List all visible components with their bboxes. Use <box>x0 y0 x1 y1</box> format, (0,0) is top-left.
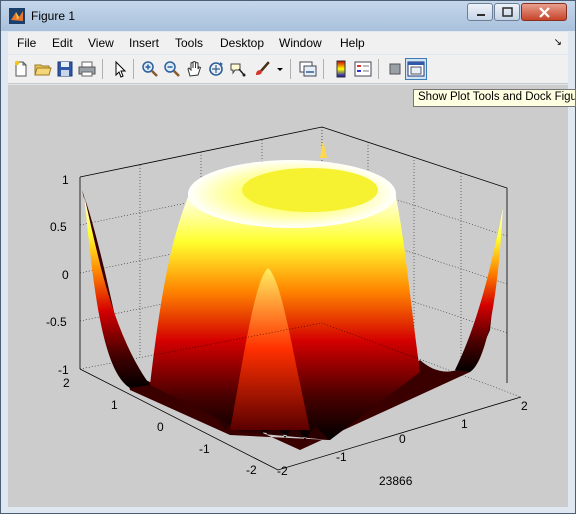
minimize-icon <box>477 14 485 16</box>
figure-toolbar <box>8 55 568 84</box>
close-button[interactable] <box>521 3 567 21</box>
y-tick-neg2: -2 <box>246 463 257 477</box>
menu-help[interactable]: Help <box>340 36 365 50</box>
z-tick-0: 0 <box>62 268 69 282</box>
minimize-button[interactable] <box>467 3 493 21</box>
brush-dropdown-icon[interactable] <box>274 60 286 78</box>
link-plot-icon[interactable] <box>299 60 317 78</box>
zoom-in-icon[interactable] <box>141 60 159 78</box>
brush-icon[interactable] <box>253 60 271 78</box>
plot-tools-tooltip: Show Plot Tools and Dock Figure <box>413 89 576 107</box>
save-icon[interactable] <box>56 60 74 78</box>
matlab-icon <box>9 8 25 24</box>
x-tick-neg1: -1 <box>336 450 347 464</box>
x-tick-neg2: -2 <box>277 464 288 478</box>
edit-plot-icon[interactable] <box>111 60 129 78</box>
maximize-icon <box>502 7 513 17</box>
x-tick-0: 0 <box>399 432 406 446</box>
x-tick-2: 2 <box>521 399 528 413</box>
y-tick-0: 0 <box>157 420 164 434</box>
menu-edit[interactable]: Edit <box>52 36 73 50</box>
x-tick-1: 1 <box>461 417 468 431</box>
legend-icon[interactable] <box>354 60 372 78</box>
maximize-button[interactable] <box>494 3 520 21</box>
new-figure-icon[interactable] <box>12 60 30 78</box>
zoom-out-icon[interactable] <box>163 60 181 78</box>
menu-desktop[interactable]: Desktop <box>220 36 264 50</box>
y-tick-neg1: -1 <box>199 442 210 456</box>
show-plot-tools-icon[interactable] <box>407 60 425 78</box>
hide-plot-tools-icon[interactable] <box>386 60 404 78</box>
print-icon[interactable] <box>78 60 96 78</box>
toolbar-separator <box>102 59 103 79</box>
menu-view[interactable]: View <box>88 36 114 50</box>
x-axis-label: 23866 <box>379 474 413 488</box>
close-icon <box>539 7 550 18</box>
menu-bar: File Edit View Insert Tools Desktop Wind… <box>8 32 568 54</box>
toolbar-separator <box>378 59 379 79</box>
menu-insert[interactable]: Insert <box>129 36 159 50</box>
z-tick-neg0.5: -0.5 <box>46 315 67 329</box>
surface-mesh <box>82 140 503 450</box>
data-cursor-icon[interactable] <box>229 60 247 78</box>
z-tick-0.5: 0.5 <box>50 220 67 234</box>
toolbar-separator <box>133 59 134 79</box>
colorbar-icon[interactable] <box>332 60 350 78</box>
menu-window[interactable]: Window <box>279 36 322 50</box>
title-bar[interactable]: Figure 1 <box>1 1 575 31</box>
z-tick-neg1: -1 <box>58 363 69 377</box>
menu-tools[interactable]: Tools <box>175 36 203 50</box>
rotate-3d-icon[interactable] <box>207 60 225 78</box>
surface-plot[interactable]: 1 0.5 0 -0.5 -1 2 1 0 -1 -2 -2 -1 0 1 2 … <box>0 84 576 514</box>
toolbar-separator <box>323 59 324 79</box>
z-tick-1: 1 <box>62 173 69 187</box>
window-title: Figure 1 <box>31 9 76 23</box>
menu-file[interactable]: File <box>17 36 36 50</box>
dock-arrow-icon[interactable]: ↘ <box>554 37 562 48</box>
open-file-icon[interactable] <box>34 60 52 78</box>
y-tick-2: 2 <box>63 376 70 390</box>
pan-icon[interactable] <box>185 60 203 78</box>
toolbar-separator <box>290 59 291 79</box>
y-tick-1: 1 <box>111 398 118 412</box>
